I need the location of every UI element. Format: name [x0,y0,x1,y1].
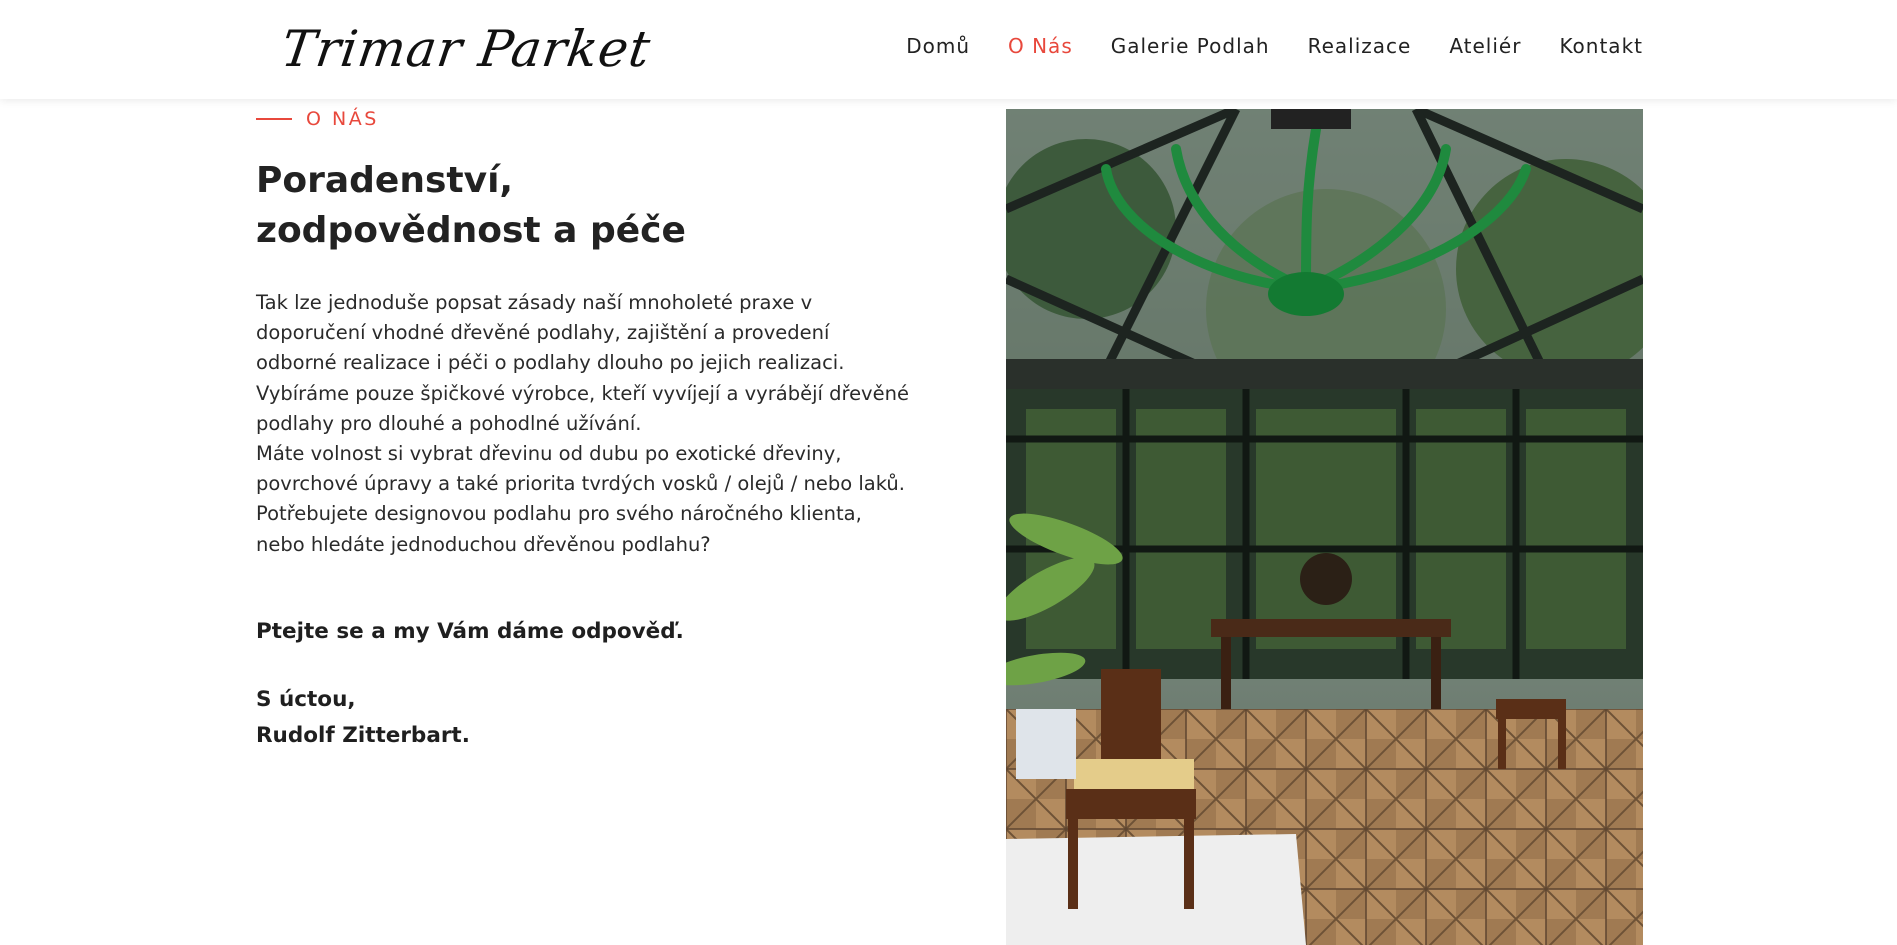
signature: S úctou, Rudolf Zitterbart. [256,682,470,754]
main-nav: Domů O Nás Galerie Podlah Realizace Atel… [868,34,1643,58]
paragraph-line: Máte volnost si vybrat dřevinu od dubu p… [256,442,842,466]
paragraph-line: Potřebujete designovou podlahu pro svého… [256,502,862,526]
site-header: Trimar Parket Domů O Nás Galerie Podlah … [0,0,1897,99]
nav-item-kontakt[interactable]: Kontakt [1559,34,1643,58]
nav-item-atelier[interactable]: Ateliér [1449,34,1521,58]
paragraph-line: Tak lze jednoduše popsat zásady naší mno… [256,291,813,314]
section-tag: O NÁS [256,108,379,130]
title-line: Poradenství, [256,160,514,201]
signature-line: S úctou, [256,687,356,712]
nav-item-realizace[interactable]: Realizace [1308,34,1412,58]
about-paragraph: Tak lze jednoduše popsat zásady naší mno… [256,288,946,560]
title-line: zodpovědnost a péče [256,210,686,251]
paragraph-line: Vybíráme pouze špičkové výrobce, kteří v… [256,381,909,405]
page-title: Poradenství, zodpovědnost a péče [256,156,816,256]
site-logo[interactable]: Trimar Parket [277,14,655,84]
nav-item-o-nas[interactable]: O Nás [1008,34,1073,58]
paragraph-line: doporučení vhodné dřevěné podlahy, zajiš… [256,321,830,345]
signature-line: Rudolf Zitterbart. [256,723,470,748]
tag-divider [256,118,292,120]
paragraph-line: podlahy pro dlouhé a pohodlné užívání. [256,411,642,435]
paragraph-line: odborné realizace i péči o podlahy dlouh… [256,351,845,375]
conservatory-photo [1006,109,1643,945]
paragraph-line: nebo hledáte jednoduchou dřevěnou podlah… [256,532,711,556]
paragraph-line: povrchové úpravy a také priorita tvrdých… [256,472,905,496]
nav-item-galerie-podlah[interactable]: Galerie Podlah [1111,34,1270,58]
call-to-action: Ptejte se a my Vám dáme odpověď. [256,619,684,644]
nav-item-domu[interactable]: Domů [906,34,970,58]
section-tag-label: O NÁS [306,108,379,130]
